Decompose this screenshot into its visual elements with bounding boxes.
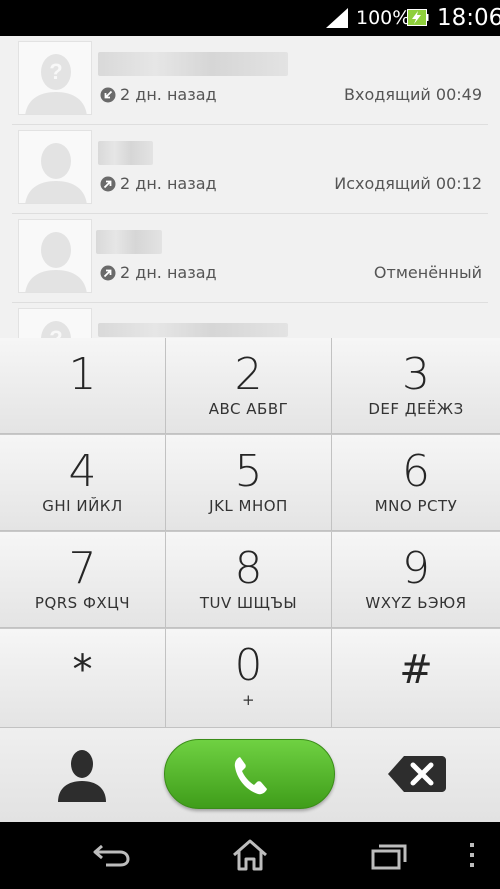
key-9[interactable]: 9 WXYZ ЬЭЮЯ	[332, 532, 500, 628]
key-4[interactable]: 4 GHI ИЙКЛ	[0, 435, 166, 531]
phone-icon	[234, 757, 267, 795]
call-log-item[interactable]: 2 дн. назад Отменённый	[12, 214, 488, 303]
battery-percent: 100%	[356, 7, 411, 29]
dial-keypad: 1 2 ABC АБВГ 3 DEF ДЕЁЖЗ 4 GHI ИЙКЛ 5 JK…	[0, 338, 500, 728]
call-time: 2 дн. назад	[120, 174, 217, 193]
key-0[interactable]: 0 +	[166, 629, 332, 728]
signal-icon	[326, 8, 348, 28]
call-button[interactable]	[164, 739, 335, 809]
key-8[interactable]: 8 TUV ШЩЪЫ	[166, 532, 332, 628]
outgoing-call-icon	[100, 265, 116, 281]
key-letters: +	[241, 691, 256, 709]
key-digit: 3	[402, 349, 430, 400]
key-letters: DEF ДЕЁЖЗ	[368, 400, 464, 418]
key-star[interactable]: *	[0, 629, 166, 728]
navigation-bar	[0, 822, 500, 889]
home-icon[interactable]	[231, 838, 269, 872]
back-icon[interactable]	[92, 840, 132, 870]
call-time: 2 дн. назад	[120, 85, 217, 104]
call-log-item[interactable]: ? 2 дн. назад Входящий 00:49	[12, 36, 488, 125]
call-type: Отменённый	[373, 263, 482, 282]
key-digit: 0	[234, 640, 263, 691]
key-7[interactable]: 7 PQRS ФХЦЧ	[0, 532, 166, 628]
contact-name-redacted	[98, 52, 288, 76]
key-digit: 4	[68, 446, 97, 497]
key-1[interactable]: 1	[0, 338, 166, 434]
unknown-contact-avatar: ?	[18, 308, 92, 338]
key-letters: PQRS ФХЦЧ	[34, 594, 131, 612]
call-time: 2 дн. назад	[120, 263, 217, 282]
key-3[interactable]: 3 DEF ДЕЁЖЗ	[332, 338, 500, 434]
key-digit: 5	[234, 446, 263, 497]
call-type: Исходящий 00:12	[334, 174, 482, 193]
clock: 18:06	[437, 5, 500, 31]
key-digit: *	[72, 647, 93, 693]
contact-avatar	[18, 130, 92, 204]
key-letters: TUV ШЩЪЫ	[199, 594, 298, 612]
status-bar: 100% 18:06	[0, 0, 500, 36]
contact-name-redacted	[98, 323, 288, 337]
call-log-list: ? 2 дн. назад Входящий 00:49 2 дн. назад…	[0, 36, 500, 338]
key-6[interactable]: 6 MNO РСТУ	[332, 435, 500, 531]
key-letters: GHI ИЙКЛ	[42, 497, 123, 515]
overflow-menu-icon[interactable]	[464, 840, 480, 870]
backspace-icon[interactable]	[386, 752, 448, 796]
contact-name-redacted	[98, 141, 153, 165]
battery-charging-icon	[407, 9, 429, 26]
contact-avatar	[18, 219, 92, 293]
unknown-contact-avatar: ?	[18, 41, 92, 115]
call-log-item[interactable]: ?	[12, 303, 488, 338]
key-letters: JKL МНОП	[209, 497, 288, 515]
call-log-item[interactable]: 2 дн. назад Исходящий 00:12	[12, 125, 488, 214]
dialer-action-bar	[0, 728, 500, 822]
key-digit: 8	[234, 543, 263, 594]
key-2[interactable]: 2 ABC АБВГ	[166, 338, 332, 434]
key-letters: ABC АБВГ	[208, 400, 289, 418]
key-digit: 6	[402, 446, 430, 497]
key-hash[interactable]: #	[332, 629, 500, 728]
key-letters: WXYZ ЬЭЮЯ	[365, 594, 467, 612]
key-digit: #	[399, 647, 433, 693]
incoming-call-icon	[100, 87, 116, 103]
key-digit: 1	[68, 349, 97, 400]
call-type: Входящий 00:49	[344, 85, 482, 104]
outgoing-call-icon	[100, 176, 116, 192]
key-digit: 7	[68, 543, 97, 594]
key-digit: 2	[234, 349, 263, 400]
recent-apps-icon[interactable]	[370, 842, 408, 870]
svg-text:?: ?	[49, 59, 62, 84]
svg-text:?: ?	[49, 326, 62, 338]
person-icon[interactable]	[52, 748, 112, 802]
key-digit: 9	[402, 543, 430, 594]
contact-name-redacted	[96, 230, 162, 254]
key-5[interactable]: 5 JKL МНОП	[166, 435, 332, 531]
key-letters: MNO РСТУ	[374, 497, 458, 515]
